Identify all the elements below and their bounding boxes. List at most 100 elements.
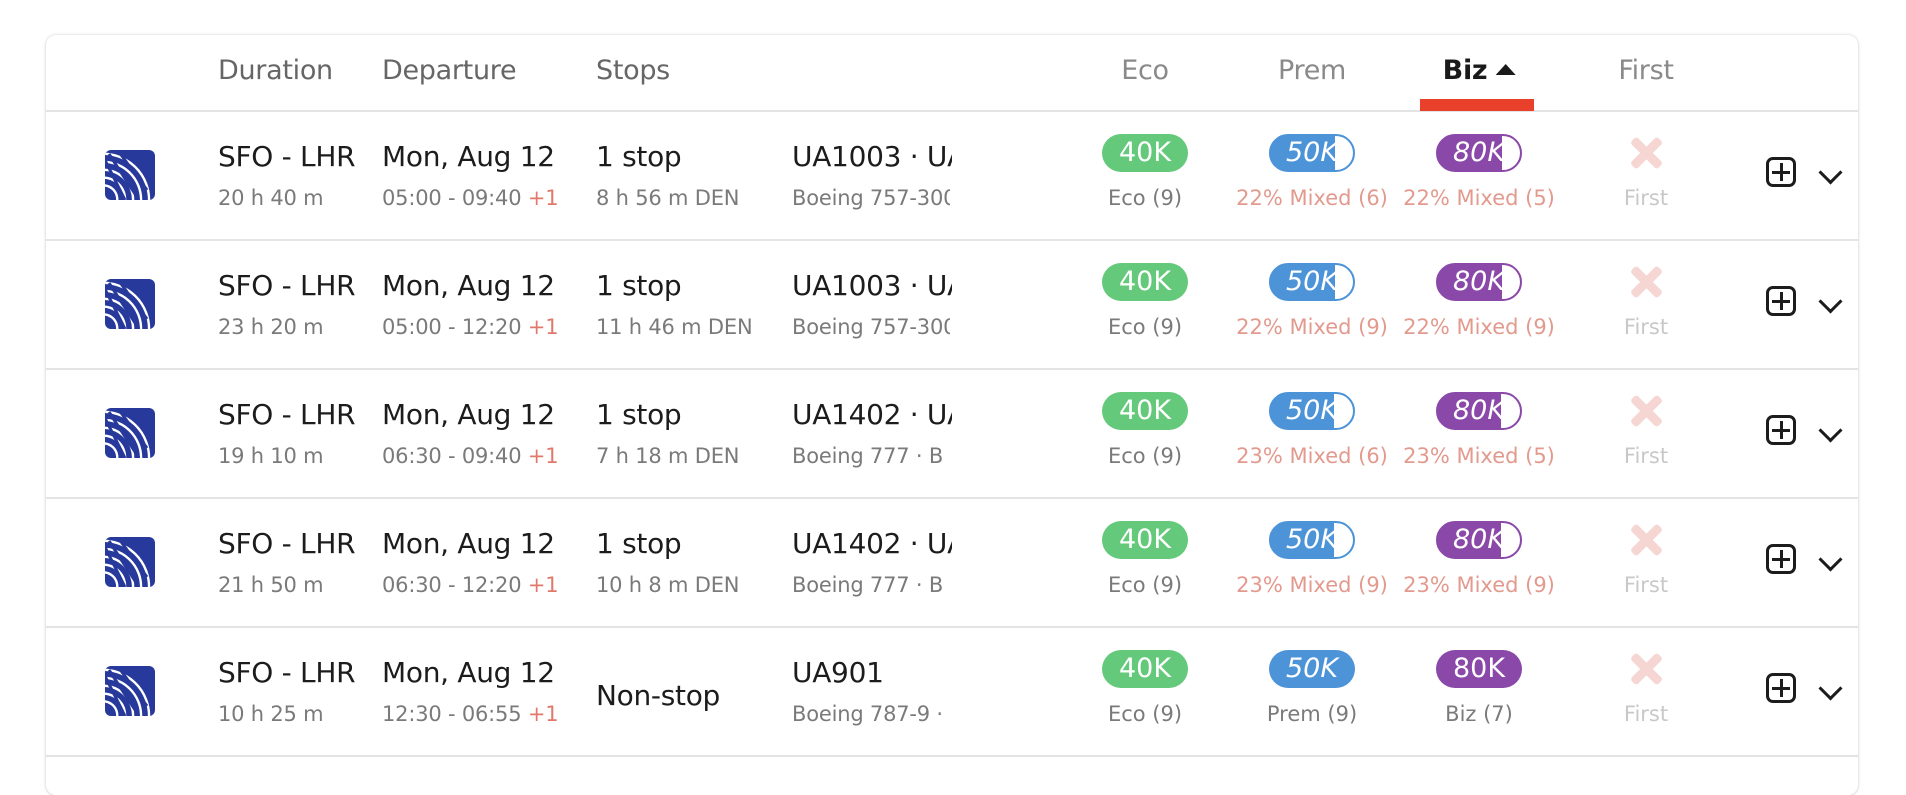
column-header-prem[interactable]: Prem [1278,55,1346,86]
eco-price-cell[interactable]: 40K [1102,134,1188,172]
flight-row[interactable]: SFO - LHR 20 h 40 m Mon, Aug 12 05:00 - … [46,112,1858,241]
prem-price: 50K [1285,524,1339,555]
chevron-down-icon[interactable] [1818,160,1843,185]
route: SFO - LHR [218,398,356,431]
united-airlines-globe-icon [105,666,155,716]
time-range: 06:30 - 09:40 [382,444,522,468]
column-header-eco[interactable]: Eco [1121,55,1169,86]
plus-day-badge: +1 [527,315,559,339]
prem-price-cell[interactable]: 50K [1269,650,1355,688]
add-plus-square-icon[interactable] [1766,286,1796,316]
duration: 10 h 25 m [218,702,324,726]
eco-price-badge[interactable]: 40K [1102,650,1188,688]
biz-availability: 22% Mixed (5) [1403,186,1555,210]
eco-price-badge[interactable]: 40K [1102,521,1188,559]
chevron-down-icon[interactable] [1818,418,1843,443]
eco-price-badge[interactable]: 40K [1102,392,1188,430]
chevron-down-icon[interactable] [1818,547,1843,572]
column-header-departure[interactable]: Departure [382,55,517,86]
flight-row[interactable]: SFO - LHR 10 h 25 m Mon, Aug 12 12:30 - … [46,628,1858,757]
unavailable-x-icon [1629,136,1663,170]
add-plus-square-icon[interactable] [1766,415,1796,445]
eco-price-badge[interactable]: 40K [1102,263,1188,301]
united-airlines-globe-icon [105,150,155,200]
column-header-biz[interactable]: Biz [1443,55,1516,86]
prem-price-cell[interactable]: 50K [1269,134,1355,172]
prem-price-cell[interactable]: 50K [1269,392,1355,430]
biz-availability: 23% Mixed (5) [1403,444,1555,468]
column-header-first[interactable]: First [1618,55,1674,86]
first-availability: First [1623,186,1669,210]
biz-price-cell[interactable]: 80K [1436,263,1522,301]
stops: 1 stop [596,140,682,173]
prem-price-badge[interactable]: 50K [1269,134,1355,172]
biz-price: 80K [1452,266,1506,297]
departure-date: Mon, Aug 12 [382,656,555,689]
prem-price: 50K [1285,137,1339,168]
route: SFO - LHR [218,140,356,173]
biz-price-badge[interactable]: 80K [1436,392,1522,430]
biz-availability: 22% Mixed (9) [1403,315,1555,339]
sort-ascending-icon [1495,64,1516,75]
prem-availability: 23% Mixed (6) [1236,444,1388,468]
eco-price-cell[interactable]: 40K [1102,263,1188,301]
prem-availability: 23% Mixed (9) [1236,573,1388,597]
aircraft: Boeing 777 · B [792,444,944,468]
aircraft: Boeing 787-9 · [792,702,943,726]
flight-row[interactable]: SFO - LHR 19 h 10 m Mon, Aug 12 06:30 - … [46,370,1858,499]
prem-price-cell[interactable]: 50K [1269,263,1355,301]
duration: 20 h 40 m [218,186,324,210]
flight-numbers: UA1003 · UA [792,140,952,173]
add-plus-square-icon[interactable] [1766,673,1796,703]
unavailable-x-icon [1629,265,1663,299]
column-header-stops[interactable]: Stops [596,55,670,86]
united-airlines-globe-icon [105,537,155,587]
biz-price: 80K [1452,524,1506,555]
biz-price-cell[interactable]: 80K [1436,392,1522,430]
eco-price-cell[interactable]: 40K [1102,521,1188,559]
route: SFO - LHR [218,527,356,560]
biz-price: 80K [1452,137,1506,168]
biz-price-cell[interactable]: 80K [1436,134,1522,172]
departure-times: 06:30 - 09:40 +1 [382,444,559,468]
plus-day-badge: +1 [527,573,559,597]
flight-row[interactable]: SFO - LHR 21 h 50 m Mon, Aug 12 06:30 - … [46,499,1858,628]
departure-times: 05:00 - 12:20 +1 [382,315,559,339]
column-header-duration[interactable]: Duration [218,55,333,86]
united-airlines-globe-icon [105,408,155,458]
eco-price-cell[interactable]: 40K [1102,392,1188,430]
plus-day-badge: +1 [527,702,559,726]
biz-price-badge[interactable]: 80K [1436,134,1522,172]
active-sort-indicator [1420,99,1534,111]
biz-price-badge[interactable]: 80K [1436,263,1522,301]
prem-availability: 22% Mixed (6) [1236,186,1388,210]
prem-price-badge[interactable]: 50K [1269,650,1355,688]
biz-availability: 23% Mixed (9) [1403,573,1555,597]
add-plus-square-icon[interactable] [1766,157,1796,187]
prem-price: 50K [1285,653,1339,684]
prem-price-badge[interactable]: 50K [1269,263,1355,301]
eco-price-badge[interactable]: 40K [1102,134,1188,172]
stops: 1 stop [596,527,682,560]
first-availability: First [1623,573,1669,597]
prem-price-badge[interactable]: 50K [1269,392,1355,430]
biz-price-badge[interactable]: 80K [1436,521,1522,559]
flight-row[interactable]: SFO - LHR 23 h 20 m Mon, Aug 12 05:00 - … [46,241,1858,370]
eco-price: 40K [1118,266,1172,297]
layover: 7 h 18 m DEN [596,444,740,468]
chevron-down-icon[interactable] [1818,676,1843,701]
unavailable-x-icon [1629,523,1663,557]
prem-price-badge[interactable]: 50K [1269,521,1355,559]
prem-price-cell[interactable]: 50K [1269,521,1355,559]
biz-price: 80K [1452,653,1506,684]
biz-price-badge[interactable]: 80K [1436,650,1522,688]
add-plus-square-icon[interactable] [1766,544,1796,574]
biz-price-cell[interactable]: 80K [1436,521,1522,559]
flight-numbers: UA1003 · UA [792,269,952,302]
eco-price-cell[interactable]: 40K [1102,650,1188,688]
duration: 23 h 20 m [218,315,324,339]
biz-price-cell[interactable]: 80K [1436,650,1522,688]
eco-price: 40K [1118,395,1172,426]
chevron-down-icon[interactable] [1818,289,1843,314]
first-availability: First [1623,315,1669,339]
